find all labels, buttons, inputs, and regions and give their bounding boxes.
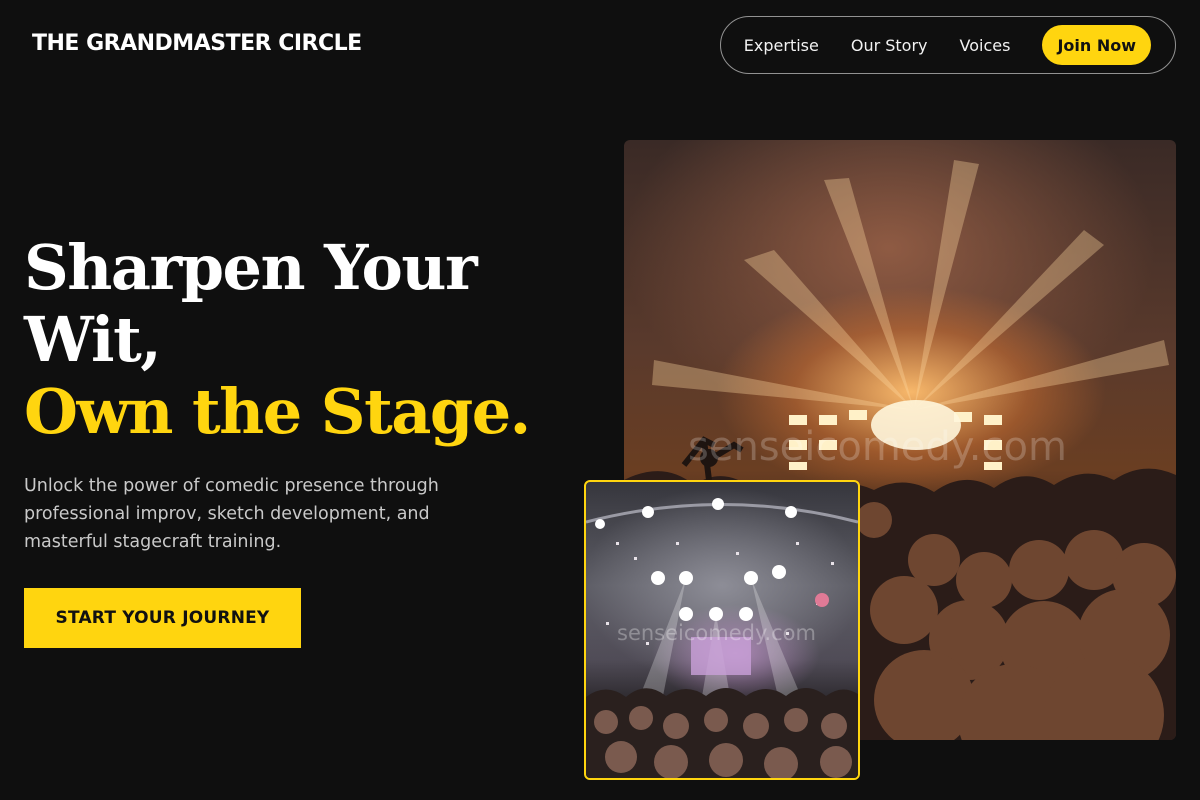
top-nav: Expertise Our Story Voices Join Now: [720, 16, 1176, 74]
nav-link-our-story[interactable]: Our Story: [851, 36, 928, 55]
nav-link-expertise[interactable]: Expertise: [744, 36, 819, 55]
site-logo[interactable]: THE GRANDMASTER CIRCLE: [32, 31, 362, 56]
headline-line-1: Sharpen Your: [24, 231, 478, 304]
hero-subtext: Unlock the power of comedic presence thr…: [24, 476, 439, 552]
landing-page: THE GRANDMASTER CIRCLE Expertise Our Sto…: [0, 0, 1200, 800]
nav-link-voices[interactable]: Voices: [960, 36, 1011, 55]
headline-accent: Own the Stage.: [24, 375, 531, 448]
headline-line-2: Wit,: [24, 303, 162, 376]
inset-image-watermark: senseicomedy.com: [617, 621, 816, 645]
join-now-button[interactable]: Join Now: [1042, 25, 1151, 65]
hero-headline: Sharpen Your Wit, Own the Stage.: [24, 232, 584, 448]
main-image-watermark: senseicomedy.com: [688, 424, 1067, 470]
start-journey-button[interactable]: START YOUR JOURNEY: [24, 588, 301, 648]
